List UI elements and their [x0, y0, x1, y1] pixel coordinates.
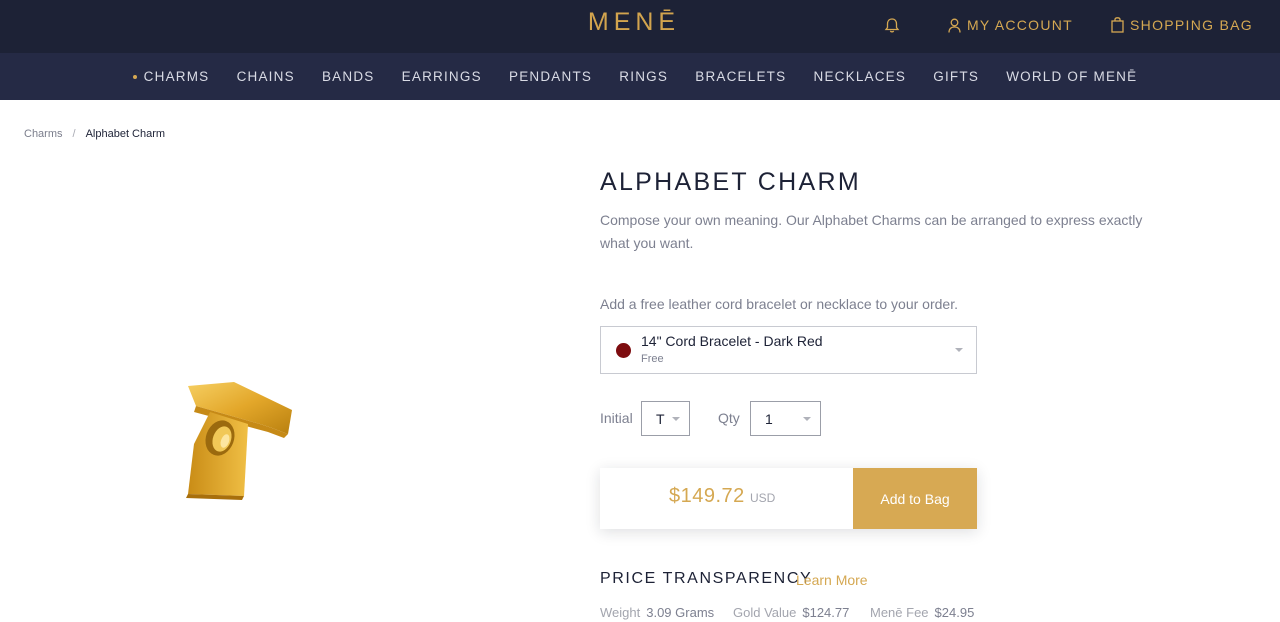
- mene-fee-value: $24.95: [934, 605, 975, 620]
- initial-select[interactable]: T: [641, 401, 690, 436]
- color-swatch: [616, 343, 631, 358]
- shopping-bag-label: SHOPPING BAG: [1130, 17, 1253, 33]
- my-account-link[interactable]: MY ACCOUNT: [948, 17, 1073, 33]
- gold-value-label: Gold Value: [733, 605, 797, 620]
- addon-prompt: Add a free leather cord bracelet or neck…: [600, 296, 958, 312]
- nav-item-rings[interactable]: RINGS: [619, 69, 668, 84]
- qty-label: Qty: [718, 410, 740, 426]
- gold-value-amount: $124.77: [802, 605, 850, 620]
- weight-value: 3.09 Grams: [646, 605, 715, 620]
- qty-value: 1: [765, 411, 773, 427]
- product-image[interactable]: [176, 372, 302, 506]
- initial-value: T: [656, 411, 665, 427]
- nav-item-necklaces[interactable]: NECKLACES: [814, 69, 907, 84]
- chevron-down-icon: [803, 417, 811, 421]
- breadcrumb-current: Alphabet Charm: [85, 128, 166, 140]
- bell-icon: [884, 17, 900, 33]
- buy-box: $149.72 USD Add to Bag: [600, 468, 977, 529]
- breadcrumb-parent-link[interactable]: Charms: [24, 128, 63, 140]
- active-indicator-dot: [132, 74, 137, 79]
- notifications-button[interactable]: [884, 17, 906, 34]
- my-account-label: MY ACCOUNT: [966, 17, 1074, 33]
- add-to-bag-button[interactable]: Add to Bag: [853, 468, 977, 529]
- breadcrumb-separator: /: [72, 128, 76, 140]
- nav-item-charms[interactable]: CHARMS: [132, 69, 210, 84]
- nav-item-bracelets[interactable]: BRACELETS: [695, 69, 786, 84]
- chevron-down-icon: [672, 417, 680, 421]
- shopping-bag-icon: [1111, 17, 1124, 33]
- gold-letter-t-charm-image: [186, 382, 292, 500]
- mene-fee-label: Menē Fee: [870, 605, 929, 620]
- nav-item-world-of-mene[interactable]: WORLD OF MENĒ: [1006, 69, 1137, 84]
- weight-info: Weight 3.09 Grams: [600, 605, 714, 620]
- mene-fee-info: Menē Fee $24.95: [870, 605, 974, 620]
- nav-item-pendants[interactable]: PENDANTS: [509, 69, 592, 84]
- currency-code: USD: [750, 491, 776, 505]
- chevron-down-icon: [955, 348, 963, 352]
- category-nav: CHARMS CHAINS BANDS EARRINGS PENDANTS RI…: [0, 53, 1280, 100]
- nav-item-earrings[interactable]: EARRINGS: [402, 69, 482, 84]
- product-description: Compose your own meaning. Our Alphabet C…: [600, 212, 1143, 251]
- nav-item-label: CHARMS: [143, 69, 210, 84]
- header-actions: MY ACCOUNT SHOPPING BAG: [846, 0, 1253, 50]
- addon-price-note: Free: [641, 353, 664, 365]
- top-header: MENĒ MY ACCOUNT SHOPPING BAG: [0, 0, 1280, 53]
- learn-more-link[interactable]: Learn More: [796, 572, 868, 588]
- user-icon: [948, 18, 961, 33]
- product-title: ALPHABET CHARM: [600, 168, 861, 196]
- weight-label: Weight: [600, 605, 641, 620]
- price-transparency-title: PRICE TRANSPARENCY: [600, 570, 813, 587]
- product-price: $149.72: [669, 485, 745, 507]
- shopping-bag-link[interactable]: SHOPPING BAG: [1111, 17, 1253, 33]
- gold-value-info: Gold Value $124.77: [733, 605, 849, 620]
- nav-item-chains[interactable]: CHAINS: [237, 69, 295, 84]
- addon-name: 14" Cord Bracelet - Dark Red: [641, 333, 823, 349]
- quantity-select[interactable]: 1: [750, 401, 821, 436]
- product-info: ALPHABET CHARM Compose your own meaning.…: [600, 168, 1160, 255]
- cord-addon-select[interactable]: 14" Cord Bracelet - Dark Red Free: [600, 326, 977, 374]
- nav-item-gifts[interactable]: GIFTS: [933, 69, 979, 84]
- breadcrumb: Charms / Alphabet Charm: [24, 128, 165, 140]
- initial-label: Initial: [600, 410, 633, 426]
- nav-item-bands[interactable]: BANDS: [322, 69, 375, 84]
